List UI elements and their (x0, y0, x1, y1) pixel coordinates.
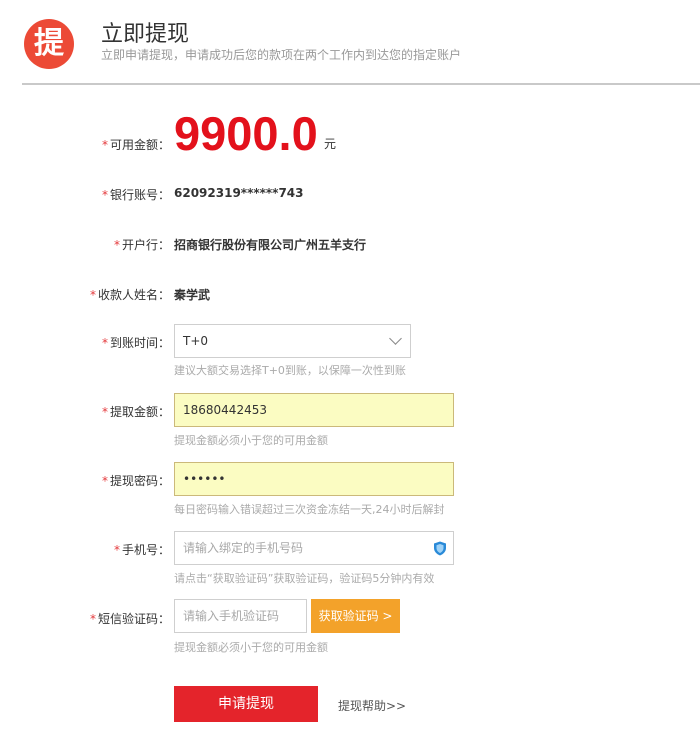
withdraw-password-label: * 提现密码： (101, 474, 170, 488)
available-amount-value: 9900.0 (174, 107, 318, 160)
page-subtitle: 立即申请提现，申请成功后您的款项在两个工作内到达您的指定账户 (101, 48, 462, 62)
available-amount-unit: 元 (324, 137, 337, 151)
required-mark: * (101, 474, 108, 488)
required-mark: * (101, 188, 108, 202)
withdraw-amount-hint: 提现金额必须小于您的可用金额 (174, 434, 328, 447)
bank-branch-value: 招商银行股份有限公司广州五羊支行 (174, 238, 367, 252)
withdraw-help-link[interactable]: 提现帮助>> (338, 697, 406, 714)
withdraw-password-hint: 每日密码输入错误超过三次资金冻结一天,24小时后解封 (174, 503, 445, 516)
required-mark: * (101, 336, 108, 350)
get-code-button[interactable]: 获取验证码 > (311, 599, 400, 633)
page-title: 立即提现 (101, 22, 190, 47)
arrival-time-select[interactable]: T+0 (174, 324, 411, 358)
bank-account-label: * 银行账号： (101, 188, 170, 202)
phone-label: * 手机号： (113, 543, 170, 557)
sms-code-input[interactable]: 请输入手机验证码 (174, 599, 307, 633)
page-logo: 提 (24, 19, 74, 69)
required-mark: * (101, 138, 108, 152)
submit-withdraw-button[interactable]: 申请提现 (174, 686, 318, 722)
withdraw-password-value: •••••• (183, 472, 226, 486)
withdraw-amount-label: * 提取金额： (101, 405, 170, 419)
withdraw-amount-input[interactable]: 18680442453 (174, 393, 454, 427)
shield-icon (434, 541, 446, 556)
arrival-time-selected: T+0 (183, 334, 209, 348)
required-mark: * (113, 238, 120, 252)
sms-code-hint: 提现金额必须小于您的可用金额 (174, 641, 328, 654)
sms-code-placeholder: 请输入手机验证码 (183, 609, 280, 623)
available-amount-label: * 可用金额： (101, 138, 170, 152)
sms-code-label: * 短信验证码： (89, 612, 170, 626)
withdraw-amount-value: 18680442453 (183, 403, 267, 417)
arrival-time-label: * 到账时间： (101, 336, 170, 350)
payee-label: * 收款人姓名： (89, 288, 170, 302)
bank-account-value: 62092319******743 (174, 186, 304, 200)
header-divider (22, 83, 700, 85)
required-mark: * (113, 543, 120, 557)
arrival-time-hint: 建议大额交易选择T+0到账，以保障一次性到账 (174, 364, 406, 377)
required-mark: * (101, 405, 108, 419)
withdraw-password-input[interactable]: •••••• (174, 462, 454, 496)
payee-value: 秦学武 (174, 288, 211, 302)
phone-placeholder: 请输入绑定的手机号码 (183, 541, 304, 555)
chevron-down-icon (389, 332, 402, 345)
phone-hint: 请点击“获取验证码”获取验证码，验证码5分钟内有效 (174, 572, 435, 585)
phone-input[interactable]: 请输入绑定的手机号码 (174, 531, 454, 565)
required-mark: * (89, 288, 96, 302)
bank-branch-label: * 开户行： (113, 238, 170, 252)
required-mark: * (89, 612, 96, 626)
